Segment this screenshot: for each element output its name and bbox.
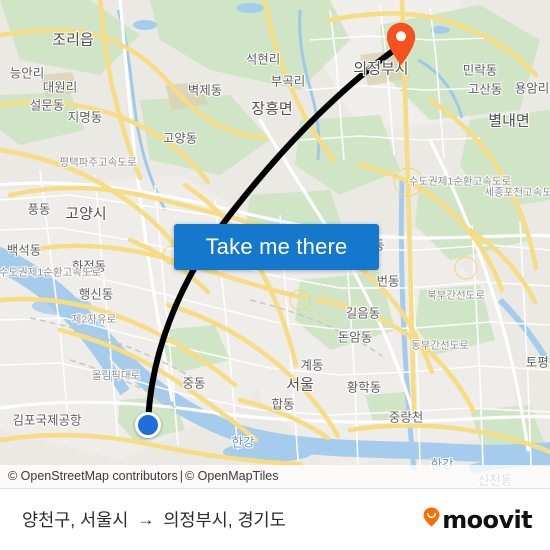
destination-marker[interactable] [386, 22, 416, 66]
map-attribution: © OpenStreetMap contributors | © OpenMapTi… [0, 465, 550, 488]
footer-bar: 양천구, 서울시 → 의정부시, 경기도 moovit [0, 488, 550, 550]
route-summary: 양천구, 서울시 → 의정부시, 경기도 [22, 507, 286, 532]
destination-label: 의정부시, 경기도 [163, 510, 286, 530]
moovit-logo[interactable]: moovit [423, 505, 533, 534]
attribution-separator: | [179, 469, 183, 483]
moovit-pin-icon [423, 507, 440, 532]
map-screenshot: 조리읍 능안리 대원리 설문동 지명동 고양동 석현리 부곡리 벽제동 장흥면 의정부시 민락동 고산동… [0, 0, 550, 550]
arrow-right-icon: → [137, 510, 155, 529]
origin-marker[interactable] [135, 412, 161, 438]
map-canvas[interactable]: 조리읍 능안리 대원리 설문동 지명동 고양동 석현리 부곡리 벽제동 장흥면 의정부시 민락동 고산동… [0, 0, 550, 488]
moovit-wordmark: moovit [442, 505, 532, 534]
take-me-there-button[interactable]: Take me there [174, 224, 379, 270]
attribution-osm[interactable]: © OpenStreetMap contributors [8, 469, 178, 483]
attribution-openmaptiles[interactable]: © OpenMapTiles [185, 469, 279, 483]
origin-label: 양천구, 서울시 [22, 510, 129, 530]
